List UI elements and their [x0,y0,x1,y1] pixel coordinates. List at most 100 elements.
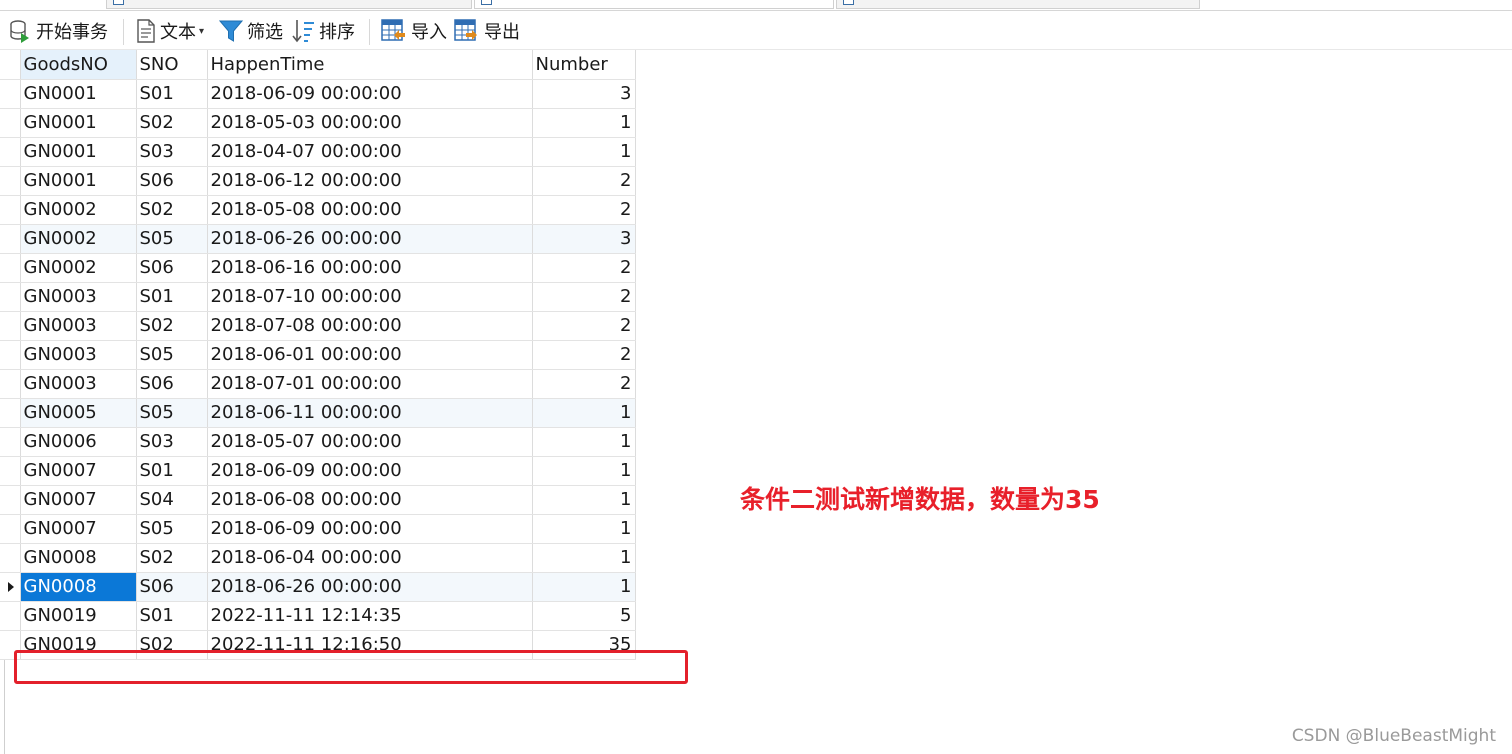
table-row[interactable]: GN0001 S06 2018-06-12 00:00:00 2 [0,166,636,196]
row-header[interactable] [0,601,21,631]
table-row[interactable]: GN0006 S03 2018-05-07 00:00:00 1 [0,427,636,457]
table-row[interactable]: GN0007 S05 2018-06-09 00:00:00 1 [0,514,636,544]
cell-happentime[interactable]: 2018-06-16 00:00:00 [207,253,533,283]
table-row[interactable]: GN0001 S02 2018-05-03 00:00:00 1 [0,108,636,138]
row-header[interactable] [0,398,21,428]
cell-number[interactable]: 2 [532,253,636,283]
table-row[interactable]: GN0007 S04 2018-06-08 00:00:00 1 [0,485,636,515]
row-header[interactable] [0,137,21,167]
cell-number[interactable]: 1 [532,137,636,167]
table-row[interactable]: GN0002 S05 2018-06-26 00:00:00 3 [0,224,636,254]
cell-number[interactable]: 1 [532,427,636,457]
cell-goodsno[interactable]: GN0001 [20,137,137,167]
cell-happentime[interactable]: 2018-06-09 00:00:00 [207,514,533,544]
row-header[interactable] [0,572,21,602]
row-header[interactable] [0,456,21,486]
cell-goodsno[interactable]: GN0007 [20,485,137,515]
cell-goodsno[interactable]: GN0005 [20,398,137,428]
row-header[interactable] [0,485,21,515]
row-header[interactable] [0,514,21,544]
row-header[interactable] [0,311,21,341]
document-tab-2[interactable] [474,0,834,9]
column-header-number[interactable]: Number [532,50,636,80]
cell-happentime[interactable]: 2018-06-09 00:00:00 [207,79,533,109]
table-row[interactable]: GN0005 S05 2018-06-11 00:00:00 1 [0,398,636,428]
cell-goodsno[interactable]: GN0019 [20,601,137,631]
column-header-sno[interactable]: SNO [136,50,208,80]
cell-number[interactable]: 1 [532,108,636,138]
import-button[interactable]: 导入 [381,18,447,44]
table-row[interactable]: GN0003 S01 2018-07-10 00:00:00 2 [0,282,636,312]
cell-goodsno[interactable]: GN0003 [20,282,137,312]
cell-goodsno[interactable]: GN0003 [20,369,137,399]
table-row[interactable]: GN0001 S01 2018-06-09 00:00:00 3 [0,79,636,109]
cell-happentime[interactable]: 2018-07-08 00:00:00 [207,311,533,341]
document-tab-3[interactable] [836,0,1200,9]
export-button[interactable]: 导出 [454,18,520,44]
row-header[interactable] [0,340,21,370]
filter-button[interactable]: 筛选 [219,18,283,44]
cell-happentime[interactable]: 2018-06-26 00:00:00 [207,224,533,254]
row-header[interactable] [0,224,21,254]
cell-goodsno[interactable]: GN0001 [20,108,137,138]
cell-number[interactable]: 2 [532,282,636,312]
cell-sno[interactable]: S06 [136,166,208,196]
cell-number[interactable]: 1 [532,543,636,573]
cell-sno[interactable]: S06 [136,369,208,399]
row-header[interactable] [0,108,21,138]
cell-sno[interactable]: S05 [136,340,208,370]
cell-number[interactable]: 3 [532,79,636,109]
cell-happentime[interactable]: 2018-04-07 00:00:00 [207,137,533,167]
cell-number[interactable]: 2 [532,340,636,370]
cell-goodsno[interactable]: GN0001 [20,79,137,109]
cell-happentime[interactable]: 2022-11-11 12:16:50 [207,630,533,660]
cell-sno[interactable]: S06 [136,253,208,283]
cell-number[interactable]: 2 [532,195,636,225]
cell-number[interactable]: 1 [532,456,636,486]
row-header[interactable] [0,253,21,283]
table-row[interactable]: GN0001 S03 2018-04-07 00:00:00 1 [0,137,636,167]
cell-number[interactable]: 1 [532,514,636,544]
column-header-happentime[interactable]: HappenTime [207,50,533,80]
cell-goodsno[interactable]: GN0002 [20,253,137,283]
table-row[interactable]: GN0019 S01 2022-11-11 12:14:35 5 [0,601,636,631]
cell-sno[interactable]: S01 [136,601,208,631]
row-header[interactable] [0,79,21,109]
cell-goodsno[interactable]: GN0001 [20,166,137,196]
sort-button[interactable]: 排序 [291,18,355,44]
cell-goodsno[interactable]: GN0002 [20,195,137,225]
cell-number[interactable]: 2 [532,166,636,196]
cell-happentime[interactable]: 2018-07-10 00:00:00 [207,282,533,312]
table-row[interactable]: GN0002 S02 2018-05-08 00:00:00 2 [0,195,636,225]
column-header-goodsno[interactable]: GoodsNO [20,50,137,80]
cell-sno[interactable]: S02 [136,630,208,660]
cell-happentime[interactable]: 2018-06-12 00:00:00 [207,166,533,196]
cell-goodsno[interactable]: GN0006 [20,427,137,457]
cell-happentime[interactable]: 2018-06-11 00:00:00 [207,398,533,428]
table-row[interactable]: GN0003 S02 2018-07-08 00:00:00 2 [0,311,636,341]
row-header[interactable] [0,195,21,225]
cell-number[interactable]: 1 [532,398,636,428]
cell-number[interactable]: 2 [532,311,636,341]
cell-happentime[interactable]: 2018-05-03 00:00:00 [207,108,533,138]
row-header[interactable] [0,543,21,573]
cell-happentime[interactable]: 2018-06-08 00:00:00 [207,485,533,515]
cell-sno[interactable]: S05 [136,224,208,254]
cell-sno[interactable]: S01 [136,79,208,109]
document-tab-1[interactable] [106,0,472,9]
table-row[interactable]: GN0007 S01 2018-06-09 00:00:00 1 [0,456,636,486]
table-row[interactable]: GN0003 S05 2018-06-01 00:00:00 2 [0,340,636,370]
cell-happentime[interactable]: 2018-06-01 00:00:00 [207,340,533,370]
cell-happentime[interactable]: 2022-11-11 12:14:35 [207,601,533,631]
cell-sno[interactable]: S05 [136,514,208,544]
cell-goodsno[interactable]: GN0007 [20,456,137,486]
cell-sno[interactable]: S06 [136,572,208,602]
cell-number[interactable]: 1 [532,485,636,515]
cell-sno[interactable]: S01 [136,282,208,312]
table-row[interactable]: GN0008 S02 2018-06-04 00:00:00 1 [0,543,636,573]
table-row[interactable]: GN0003 S06 2018-07-01 00:00:00 2 [0,369,636,399]
cell-happentime[interactable]: 2018-06-09 00:00:00 [207,456,533,486]
cell-number[interactable]: 35 [532,630,636,660]
cell-happentime[interactable]: 2018-06-26 00:00:00 [207,572,533,602]
chevron-down-icon[interactable]: ▾ [199,26,204,37]
